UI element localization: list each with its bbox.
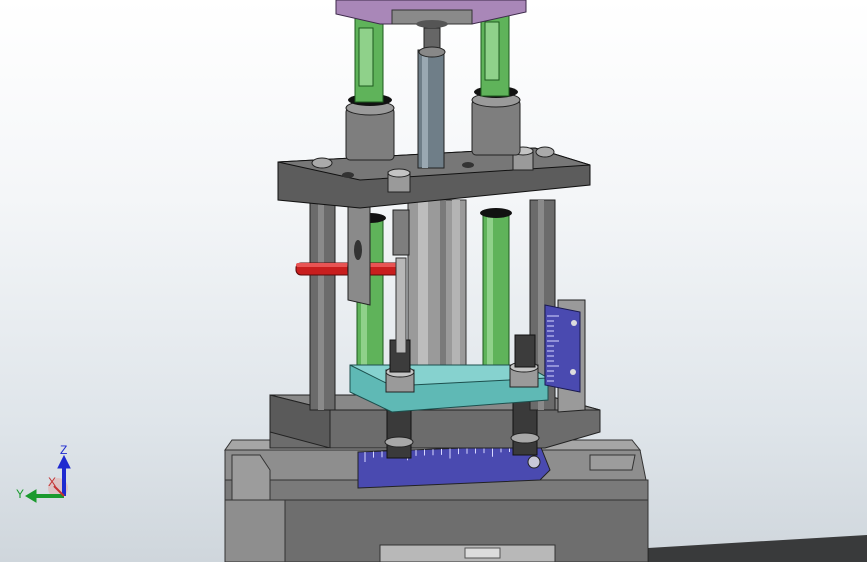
floor-shadow <box>648 535 867 562</box>
connector-rod <box>392 209 410 354</box>
z-arrowhead-icon <box>57 454 71 469</box>
z-axis-label: Z <box>60 443 67 457</box>
central-cylinder[interactable] <box>407 199 467 376</box>
orientation-triad[interactable]: Z Y X <box>10 436 80 506</box>
x-axis-label: X <box>48 475 56 489</box>
y-arrowhead-icon <box>25 489 37 503</box>
cad-3d-viewport[interactable] <box>0 0 867 562</box>
piston-rod <box>417 27 446 169</box>
y-axis-label: Y <box>16 487 24 501</box>
